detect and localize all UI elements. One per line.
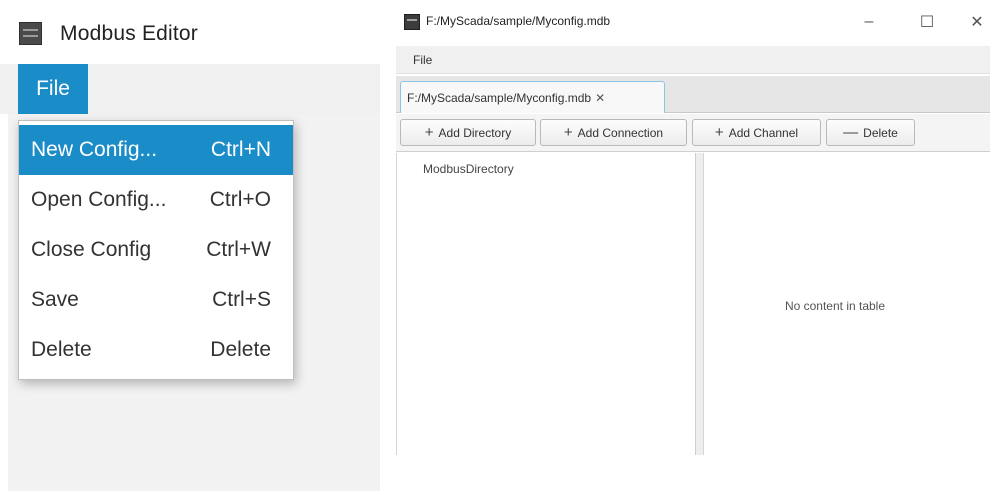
menu-item-shortcut: Ctrl+S [212,288,271,311]
menu-item-label: Close Config [31,238,152,261]
minus-icon: — [843,124,859,141]
menu-item-label: New Config... [31,138,158,161]
menu-item-label: Open Config... [31,188,167,211]
left-edge [0,114,8,491]
plus-icon: + [424,124,434,141]
plus-icon: + [714,124,724,141]
file-dropdown-menu: New Config... Ctrl+N Open Config... Ctrl… [18,120,294,380]
menu-bar: File [396,46,990,74]
menu-item-shortcut: Ctrl+W [206,238,271,261]
menu-item-close-config[interactable]: Close Config Ctrl+W [19,225,293,275]
tab-bar: F:/MyScada/sample/Myconfig.mdb ✕ [396,76,990,113]
add-channel-button[interactable]: + Add Channel [692,119,821,146]
menu-item-shortcut: Ctrl+O [209,188,271,211]
split-content: ModbusDirectory No content in table [396,153,990,455]
directory-tree[interactable]: ModbusDirectory [396,153,696,455]
empty-table-message: No content in table [784,299,886,313]
modbus-editor-window: Modbus Editor File New Config... Ctrl+N … [0,0,380,491]
window-bottom [396,455,990,491]
title-bar: Modbus Editor [0,0,380,62]
split-divider[interactable] [696,153,704,455]
minimize-button[interactable]: – [854,10,884,34]
menu-item-new-config[interactable]: New Config... Ctrl+N [19,125,293,175]
menu-item-shortcut: Ctrl+N [210,138,271,161]
button-label: Add Channel [728,125,799,140]
toolbar: + Add Directory + Add Connection + Add C… [396,114,990,152]
tab-label: F:/MyScada/sample/Myconfig.mdb [407,90,592,105]
tab-myconfig[interactable]: F:/MyScada/sample/Myconfig.mdb ✕ [400,81,665,113]
tab-close-icon[interactable]: ✕ [595,91,605,105]
channel-table[interactable]: No content in table [705,153,990,455]
menu-item-save[interactable]: Save Ctrl+S [19,275,293,325]
config-window: F:/MyScada/sample/Myconfig.mdb – ☐ ✕ Fil… [396,0,990,491]
close-button[interactable]: ✕ [962,10,990,34]
plus-icon: + [563,124,573,141]
window-title-bar: F:/MyScada/sample/Myconfig.mdb – ☐ ✕ [396,0,990,44]
menu-item-label: Save [31,288,79,311]
add-connection-button[interactable]: + Add Connection [540,119,687,146]
button-label: Delete [863,125,898,140]
delete-button[interactable]: — Delete [826,119,915,146]
menu-item-shortcut: Delete [210,338,271,361]
menu-item-label: Delete [31,338,92,361]
tree-item-modbus-directory[interactable]: ModbusDirectory [423,162,514,176]
maximize-button[interactable]: ☐ [912,10,942,34]
button-label: Add Directory [438,125,512,140]
menu-item-open-config[interactable]: Open Config... Ctrl+O [19,175,293,225]
file-menu[interactable]: File [18,64,88,114]
window-icon [404,14,420,30]
button-label: Add Connection [577,125,664,140]
menu-item-delete[interactable]: Delete Delete [19,325,293,375]
app-icon [19,22,42,45]
app-title: Modbus Editor [60,22,199,45]
file-menu[interactable]: File [413,53,432,67]
window-title: F:/MyScada/sample/Myconfig.mdb [426,14,611,28]
add-directory-button[interactable]: + Add Directory [400,119,536,146]
